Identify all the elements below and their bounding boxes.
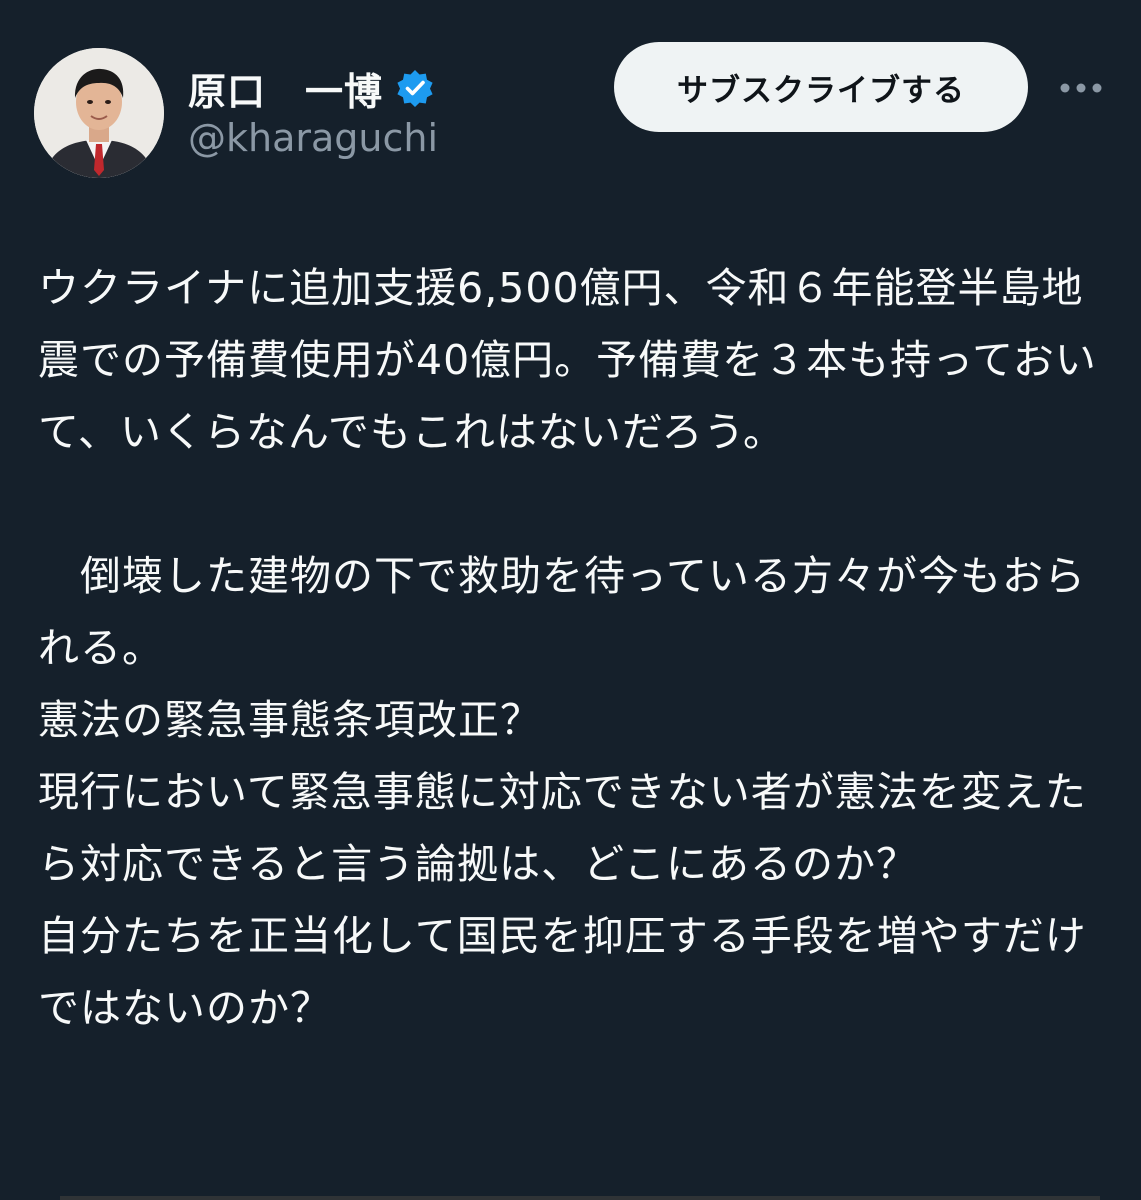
author-handle[interactable]: @kharaguchi [188,116,438,160]
verified-badge-icon[interactable] [395,68,435,108]
tweet-text: ウクライナに追加支援6,500億円、令和６年能登半島地震での予備費使用が40億円… [38,264,1097,1032]
more-horizontal-icon [1060,83,1102,93]
subscribe-button[interactable]: サブスクライブする [614,42,1028,132]
author-name-row[interactable]: 原口 一博 [188,60,435,116]
more-options-button[interactable] [1056,70,1106,106]
tweet-header: 原口 一博 @kharaguchi サブスクライブする [0,0,1141,200]
divider [60,1196,1100,1200]
author-display-name[interactable]: 原口 一博 [188,61,383,116]
avatar-photo [34,48,164,178]
avatar[interactable] [34,48,164,178]
